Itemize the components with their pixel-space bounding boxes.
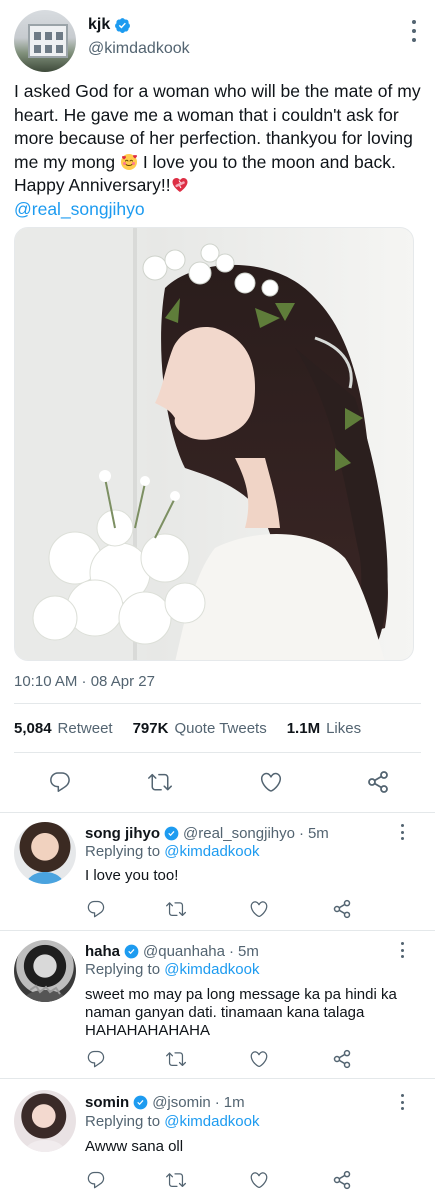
replying-to: Replying to @kimdadkook (85, 961, 260, 978)
like-button[interactable] (257, 768, 285, 796)
replying-to-prefix: Replying to (85, 843, 161, 860)
reply-dot: · (228, 943, 234, 960)
retweet-button[interactable] (165, 1169, 187, 1191)
reply-name-row: somin @jsomin · 1m (85, 1094, 245, 1111)
reply-avatar[interactable] (14, 940, 76, 1002)
retweet-icon (166, 1052, 186, 1067)
share-button[interactable] (331, 1048, 353, 1070)
share-icon (368, 771, 388, 793)
reply-time[interactable]: 1m (224, 1094, 245, 1111)
author-name-row: kjk (88, 16, 131, 34)
share-icon (333, 899, 351, 919)
reply-icon (50, 772, 70, 792)
reply-handle[interactable]: @quanhaha (143, 943, 225, 960)
reply-dot: · (298, 825, 304, 842)
replying-to-mention[interactable]: @kimdadkook (164, 1113, 259, 1130)
reply-time[interactable]: 5m (308, 825, 329, 842)
replying-to: Replying to @kimdadkook (85, 843, 260, 860)
reply-display-name[interactable]: somin (85, 1094, 129, 1111)
reply-name-row: haha @quanhaha · 5m (85, 943, 259, 960)
reply-button[interactable] (46, 768, 74, 796)
reply-item: song jihyo @real_songjihyo · 5m Replying… (0, 812, 435, 930)
reply-button[interactable] (85, 898, 107, 920)
likes-label[interactable]: Likes (326, 720, 361, 737)
reply-item: somin @jsomin · 1m Replying to @kimdadko… (0, 1078, 435, 1200)
tweet-text: I asked God for a woman who will be the … (14, 80, 424, 221)
mending-heart-icon (172, 178, 188, 192)
reply-more-icon[interactable] (397, 824, 407, 840)
reply-icon (87, 1050, 105, 1068)
reply-avatar[interactable] (14, 1090, 76, 1152)
reply-text: Awww sana oll (85, 1138, 184, 1155)
quote-tweets-label[interactable]: Quote Tweets (174, 720, 266, 737)
reply-handle[interactable]: @real_songjihyo (183, 825, 295, 842)
reply-handle[interactable]: @jsomin (152, 1094, 211, 1111)
tweet-photo[interactable] (14, 227, 414, 661)
replying-to-prefix: Replying to (85, 1113, 161, 1130)
reply-text: I love you too! (85, 867, 179, 884)
mention-link[interactable]: @real_songjihyo (14, 199, 145, 219)
replying-to-prefix: Replying to (85, 961, 161, 978)
reply-name-row: song jihyo @real_songjihyo · 5m (85, 825, 329, 842)
reply-time[interactable]: 5m (238, 943, 259, 960)
like-icon (250, 901, 268, 918)
like-button[interactable] (248, 898, 270, 920)
author-display-name[interactable]: kjk (88, 16, 110, 34)
verified-badge-icon (115, 17, 131, 33)
like-icon (250, 1051, 268, 1068)
smiling-face-with-hearts-icon (121, 153, 137, 170)
retweets-label[interactable]: Retweet (58, 720, 113, 737)
reply-item: haha @quanhaha · 5m Replying to @kimdadk… (0, 930, 435, 1078)
reply-dot: · (214, 1094, 220, 1111)
share-button[interactable] (331, 1169, 353, 1191)
more-options-icon[interactable] (407, 20, 421, 42)
tweet-header: kjk @kimdadkook (14, 10, 421, 74)
replying-to-mention[interactable]: @kimdadkook (164, 961, 259, 978)
retweet-icon (148, 773, 172, 791)
reply-avatar[interactable] (14, 822, 76, 884)
retweet-button[interactable] (146, 768, 174, 796)
share-button[interactable] (331, 898, 353, 920)
retweet-button[interactable] (165, 1048, 187, 1070)
share-icon (333, 1170, 351, 1190)
reply-button[interactable] (85, 1048, 107, 1070)
reply-actions (85, 898, 355, 920)
like-icon (250, 1172, 268, 1189)
reply-more-icon[interactable] (397, 942, 407, 958)
author-avatar[interactable] (14, 10, 76, 72)
retweet-button[interactable] (165, 898, 187, 920)
like-button[interactable] (248, 1169, 270, 1191)
share-icon (333, 1049, 351, 1069)
verified-badge-icon (133, 1095, 148, 1110)
likes-count[interactable]: 1.1M (287, 720, 320, 737)
like-icon (260, 772, 282, 792)
author-handle[interactable]: @kimdadkook (88, 40, 190, 58)
bride-photo-illustration (15, 228, 413, 660)
tweet-stats: 5,084 Retweet 797K Quote Tweets 1.1M Lik… (14, 720, 375, 737)
retweet-icon (166, 1173, 186, 1188)
like-button[interactable] (248, 1048, 270, 1070)
tweet-actions (14, 768, 414, 798)
replying-to-mention[interactable]: @kimdadkook (164, 843, 259, 860)
reply-display-name[interactable]: haha (85, 943, 120, 960)
reply-text: sweet mo may pa long message ka pa hindi… (85, 986, 397, 1039)
reply-more-icon[interactable] (397, 1094, 407, 1110)
tweet-timestamp[interactable]: 10:10 AM · 08 Apr 27 (14, 673, 155, 690)
verified-badge-icon (124, 944, 139, 959)
share-button[interactable] (364, 768, 392, 796)
retweets-count[interactable]: 5,084 (14, 720, 52, 737)
reply-button[interactable] (85, 1169, 107, 1191)
divider (14, 703, 421, 704)
reply-icon (87, 1171, 105, 1189)
quote-tweets-count[interactable]: 797K (133, 720, 169, 737)
reply-actions (85, 1169, 355, 1191)
replying-to: Replying to @kimdadkook (85, 1113, 260, 1130)
reply-actions (85, 1048, 355, 1070)
reply-icon (87, 900, 105, 918)
reply-display-name[interactable]: song jihyo (85, 825, 160, 842)
divider (14, 752, 421, 753)
retweet-icon (166, 902, 186, 917)
verified-badge-icon (164, 826, 179, 841)
